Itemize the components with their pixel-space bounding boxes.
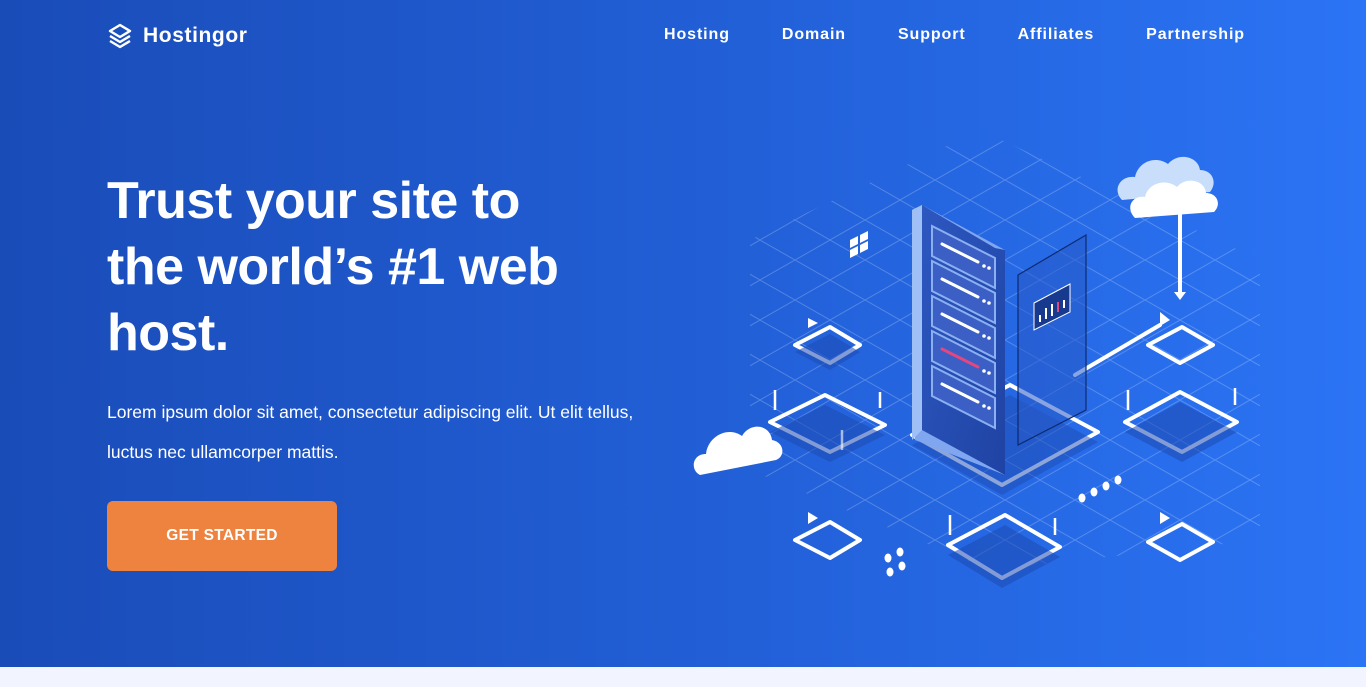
main-nav: Hosting Domain Support Affiliates Partne… (664, 26, 1245, 44)
next-section-edge (0, 667, 1366, 687)
nav-item-affiliates[interactable]: Affiliates (1018, 26, 1095, 44)
hero-headline-line-1: Trust your site to (107, 172, 520, 230)
hero-headline-line-2: the world’s #1 web (107, 238, 559, 296)
server-rack (912, 205, 1005, 475)
nav-item-domain[interactable]: Domain (782, 26, 846, 44)
nav-item-partnership[interactable]: Partnership (1146, 26, 1245, 44)
brand-name: Hostingor (143, 24, 248, 47)
hero-headline: Trust your site to the world’s #1 web ho… (107, 168, 667, 366)
nav-item-support[interactable]: Support (898, 26, 966, 44)
hero-lead: Lorem ipsum dolor sit amet, consectetur … (107, 402, 634, 462)
hero-headline-line-3: host. (107, 304, 229, 362)
get-started-button[interactable]: GET STARTED (107, 501, 337, 571)
isometric-server-network-illustration (693, 140, 1260, 588)
hero-section: Hostingor Hosting Domain Support Affilia… (0, 0, 1366, 667)
brand-logo[interactable]: Hostingor (107, 22, 248, 50)
nav-item-hosting[interactable]: Hosting (664, 26, 730, 44)
stacked-layers-logo-icon (108, 23, 132, 49)
cloud-top-right (1117, 156, 1218, 218)
